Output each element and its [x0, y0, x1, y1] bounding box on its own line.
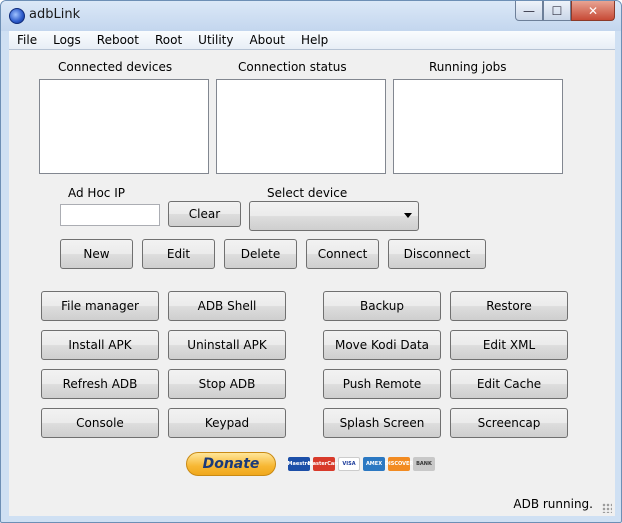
stop-adb-button[interactable]: Stop ADB — [168, 369, 286, 399]
adhoc-ip-label: Ad Hoc IP — [68, 186, 125, 200]
status-text: ADB running. — [513, 497, 593, 511]
keypad-button[interactable]: Keypad — [168, 408, 286, 438]
menu-help[interactable]: Help — [293, 31, 336, 49]
donate-button[interactable]: Donate — [186, 452, 276, 476]
adb-shell-button[interactable]: ADB Shell — [168, 291, 286, 321]
menu-logs[interactable]: Logs — [45, 31, 89, 49]
connected-devices-label: Connected devices — [58, 60, 173, 74]
resize-grip-icon[interactable] — [602, 503, 612, 513]
screencap-button[interactable]: Screencap — [450, 408, 568, 438]
menu-file[interactable]: File — [9, 31, 45, 49]
console-button[interactable]: Console — [41, 408, 159, 438]
select-device-label: Select device — [267, 186, 348, 200]
refresh-adb-button[interactable]: Refresh ADB — [41, 369, 159, 399]
delete-device-button[interactable]: Delete — [224, 239, 297, 269]
payment-cards: Maestro MasterCard VISA AMEX DISCOVER BA… — [288, 457, 435, 471]
close-button[interactable]: ✕ — [571, 1, 615, 21]
amex-card-icon: AMEX — [363, 457, 385, 471]
visa-card-icon: VISA — [338, 457, 360, 471]
title-bar[interactable]: adbLink — ☐ ✕ — [1, 1, 621, 31]
disconnect-button[interactable]: Disconnect — [388, 239, 486, 269]
main-panel: Connected devices Connection status Runn… — [9, 50, 615, 516]
connected-devices-list[interactable] — [39, 79, 209, 174]
move-kodi-data-button[interactable]: Move Kodi Data — [323, 330, 441, 360]
backup-button[interactable]: Backup — [323, 291, 441, 321]
edit-cache-button[interactable]: Edit Cache — [450, 369, 568, 399]
window-controls: — ☐ ✕ — [515, 1, 615, 21]
window-title: adbLink — [29, 7, 81, 22]
clear-button[interactable]: Clear — [168, 201, 241, 227]
mastercard-card-icon: MasterCard — [308, 457, 340, 471]
adblink-logo-icon — [9, 8, 25, 24]
app-window: adbLink — ☐ ✕ File Logs Reboot Root Util… — [0, 0, 622, 523]
restore-button[interactable]: Restore — [450, 291, 568, 321]
running-jobs-label: Running jobs — [429, 60, 507, 74]
adhoc-ip-input[interactable] — [60, 204, 160, 226]
select-device-dropdown[interactable] — [249, 201, 419, 231]
maximize-button[interactable]: ☐ — [543, 1, 571, 21]
file-manager-button[interactable]: File manager — [41, 291, 159, 321]
menu-bar: File Logs Reboot Root Utility About Help — [9, 31, 615, 50]
edit-device-button[interactable]: Edit — [142, 239, 215, 269]
running-jobs-list[interactable] — [393, 79, 563, 174]
connection-status-label: Connection status — [238, 60, 347, 74]
minimize-button[interactable]: — — [515, 1, 543, 21]
install-apk-button[interactable]: Install APK — [41, 330, 159, 360]
splash-screen-button[interactable]: Splash Screen — [323, 408, 441, 438]
push-remote-button[interactable]: Push Remote — [323, 369, 441, 399]
bank-card-icon: BANK — [413, 457, 435, 471]
menu-about[interactable]: About — [241, 31, 292, 49]
uninstall-apk-button[interactable]: Uninstall APK — [168, 330, 286, 360]
menu-reboot[interactable]: Reboot — [89, 31, 147, 49]
connect-button[interactable]: Connect — [306, 239, 379, 269]
edit-xml-button[interactable]: Edit XML — [450, 330, 568, 360]
status-bar: ADB running. — [9, 492, 615, 516]
menu-utility[interactable]: Utility — [190, 31, 241, 49]
new-device-button[interactable]: New — [60, 239, 133, 269]
dropdown-arrow-icon — [404, 213, 412, 218]
discover-card-icon: DISCOVER — [385, 457, 413, 471]
connection-status-list[interactable] — [216, 79, 386, 174]
menu-root[interactable]: Root — [147, 31, 190, 49]
